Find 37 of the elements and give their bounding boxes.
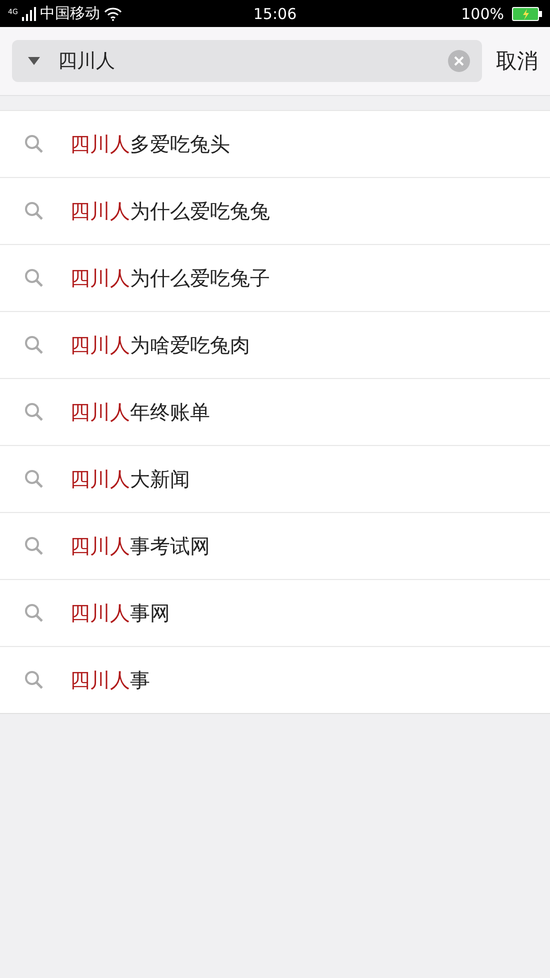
- search-icon: [24, 201, 44, 221]
- search-icon: [24, 603, 44, 623]
- suggestion-text: 四川人多爱吃兔头: [70, 130, 230, 158]
- suggestion-text: 四川人为啥爱吃兔肉: [70, 332, 250, 358]
- suggestion-item[interactable]: 四川人事考试网: [0, 513, 550, 580]
- suggestion-item[interactable]: 四川人年终账单: [0, 379, 550, 446]
- cancel-button[interactable]: 取消: [496, 47, 538, 75]
- search-field[interactable]: 四川人: [12, 40, 482, 82]
- suggestion-item[interactable]: 四川人事网: [0, 580, 550, 647]
- suggestion-text: 四川人事: [70, 666, 150, 694]
- suggestion-text: 四川人为什么爱吃兔子: [70, 264, 270, 292]
- battery-percent: 100%: [461, 4, 504, 22]
- wifi-icon: [104, 6, 122, 20]
- suggestion-item[interactable]: 四川人为什么爱吃兔兔: [0, 178, 550, 245]
- search-icon: [24, 268, 44, 288]
- suggestion-item[interactable]: 四川人多爱吃兔头: [0, 111, 550, 178]
- dropdown-caret-icon[interactable]: [28, 57, 40, 65]
- clock-time: 15:06: [253, 4, 297, 22]
- suggestion-item[interactable]: 四川人为什么爱吃兔子: [0, 245, 550, 312]
- suggestion-text: 四川人为什么爱吃兔兔: [70, 198, 270, 224]
- suggestion-text: 四川人事考试网: [70, 532, 210, 560]
- search-icon: [24, 335, 44, 355]
- suggestion-item[interactable]: 四川人为啥爱吃兔肉: [0, 312, 550, 379]
- suggestion-text: 四川人年终账单: [70, 398, 210, 426]
- suggestion-item[interactable]: 四川人大新闻: [0, 446, 550, 513]
- suggestion-text: 四川人事网: [70, 600, 170, 626]
- search-icon: [24, 536, 44, 556]
- search-icon: [24, 134, 44, 154]
- search-input[interactable]: 四川人: [58, 50, 430, 72]
- search-icon: [24, 670, 44, 690]
- battery-icon: [512, 6, 542, 20]
- carrier-name: 中国移动: [40, 4, 100, 23]
- suggestion-text: 四川人大新闻: [70, 466, 190, 492]
- search-icon: [24, 402, 44, 422]
- signal-icon: [22, 6, 36, 20]
- search-icon: [24, 469, 44, 489]
- suggestion-item[interactable]: 四川人事: [0, 647, 550, 713]
